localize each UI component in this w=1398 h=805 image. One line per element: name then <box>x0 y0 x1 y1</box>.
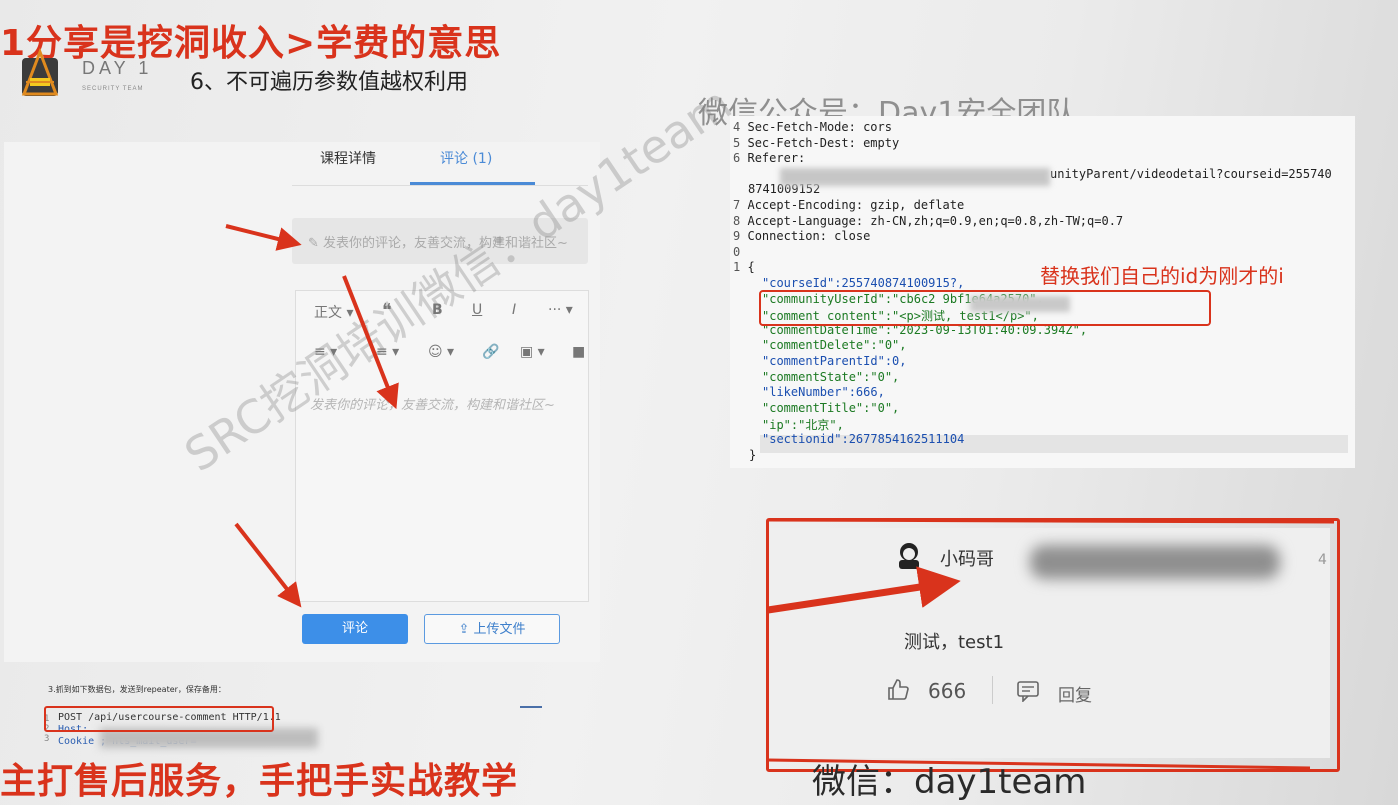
tab-course-detail[interactable]: 课程详情 <box>320 148 376 168</box>
line-text: Connection: close <box>747 229 871 244</box>
code-line: 9 Connection: close <box>733 229 870 243</box>
code-line: 1 { <box>733 260 755 274</box>
code-line: "sectionid":2677854162511104 <box>762 432 964 446</box>
submit-comment-button[interactable]: 评论 <box>302 614 408 644</box>
code-line: unityParent/videodetail?courseid=255740 <box>1050 167 1332 181</box>
more-dropdown[interactable]: ··· ▾ <box>548 302 573 318</box>
step-note: 3.抓到如下数据包，发送到repeater，保存备用： <box>48 685 226 694</box>
line-text: "commentState":"0", <box>762 369 900 384</box>
slide-heading: 6、不可遍历参数值越权利用 <box>190 70 468 95</box>
line-text: "commentTitle":"0", <box>762 400 900 415</box>
bottom-wechat-label: 微信：day1team <box>812 762 1087 802</box>
reply-button[interactable]: 回复 <box>1058 681 1092 706</box>
logo-text: DAY 1 <box>82 58 153 78</box>
upload-file-button[interactable]: ⇪ 上传文件 <box>424 614 560 644</box>
logo-subtext: SECURITY TEAM <box>82 86 144 92</box>
code-line: 5 Sec-Fetch-Dest: empty <box>733 136 899 150</box>
pencil-icon: ✎ <box>308 236 324 251</box>
link-icon[interactable]: 🔗 <box>482 344 499 360</box>
reply-icon[interactable] <box>1016 680 1040 702</box>
line-text: Accept-Language: zh-CN,zh;q=0.9,en;q=0.8… <box>747 213 1124 228</box>
action-divider <box>992 676 993 704</box>
request-highlight-box <box>44 706 274 732</box>
code-line: "courseId":255740874100915?, <box>762 276 964 290</box>
line-text: } <box>749 447 757 462</box>
code-line: "likeNumber":666, <box>762 385 885 399</box>
redacted-user-info <box>1030 545 1280 579</box>
image-icon[interactable]: ▣ ▾ <box>520 344 545 360</box>
code-line: "commentState":"0", <box>762 370 899 384</box>
code-line: "commentTitle":"0", <box>762 401 899 415</box>
code-line: 4 Sec-Fetch-Mode: cors <box>733 120 892 134</box>
line-text: "sectionid":2677854162511104 <box>762 432 965 446</box>
line-number: 0 <box>733 244 741 259</box>
editor-placeholder: 发表你的评论，友善交流，构建和谐社区~ <box>310 398 555 413</box>
code-line: 8 Accept-Language: zh-CN,zh;q=0.9,en;q=0… <box>733 214 1123 228</box>
code-line: } <box>749 448 756 462</box>
emoji-icon[interactable]: ☺ ▾ <box>428 344 454 360</box>
line-text: unityParent/videodetail?courseid=255740 <box>1050 166 1332 181</box>
top-red-caption: 1分享是挖洞收入>学费的意思 <box>0 23 502 64</box>
line-text: "ip":"北京", <box>762 418 844 433</box>
like-count: 666 <box>928 679 967 703</box>
line-text: Sec-Fetch-Dest: empty <box>747 135 900 150</box>
avatar <box>899 543 919 569</box>
line-text: "commentDelete":"0", <box>762 338 907 353</box>
upload-icon: ⇪ <box>458 622 474 637</box>
line-text: "courseId":255740874100915?, <box>762 276 965 290</box>
code-line: "commentParentId":0, <box>762 354 907 368</box>
italic-icon[interactable]: I <box>512 302 516 318</box>
comment-floor-number: 4 <box>1318 552 1327 568</box>
bottom-red-caption: 主打售后服务，手把手实战教学 <box>0 761 519 802</box>
code-line: "ip":"北京", <box>762 416 844 433</box>
tab-comments[interactable]: 评论 (1) <box>440 148 492 168</box>
line-text: { <box>747 260 755 275</box>
user-id-highlight-box <box>759 290 1211 326</box>
video-icon[interactable]: ■ <box>572 344 585 360</box>
active-tab-indicator <box>410 182 535 185</box>
line-text: Accept-Encoding: gzip, deflate <box>747 198 965 212</box>
code-line: 7 Accept-Encoding: gzip, deflate <box>733 198 964 212</box>
photo-of-screen: 1分享是挖洞收入>学费的意思 DAY 1 SECURITY TEAM 6、不可遍… <box>0 0 1398 805</box>
thumbs-up-icon[interactable] <box>886 678 910 702</box>
line-text: "commentParentId":0, <box>762 354 907 368</box>
line-text: Referer: <box>747 151 806 166</box>
line-text: Sec-Fetch-Mode: cors <box>747 120 892 134</box>
line-text: "likeNumber":666, <box>762 385 885 400</box>
comment-content: 测试，test1 <box>904 632 1005 653</box>
code-line: 0 <box>733 245 740 259</box>
replace-id-note: 替换我们自己的id为刚才的i <box>1040 264 1284 288</box>
scroll-indicator <box>520 706 542 708</box>
code-line: 6 Referer: <box>733 151 805 165</box>
day1-logo-icon <box>21 48 59 96</box>
comment-username[interactable]: 小码哥 <box>940 545 994 571</box>
code-line: "commentDelete":"0", <box>762 338 907 352</box>
redacted-referer <box>780 168 1050 186</box>
